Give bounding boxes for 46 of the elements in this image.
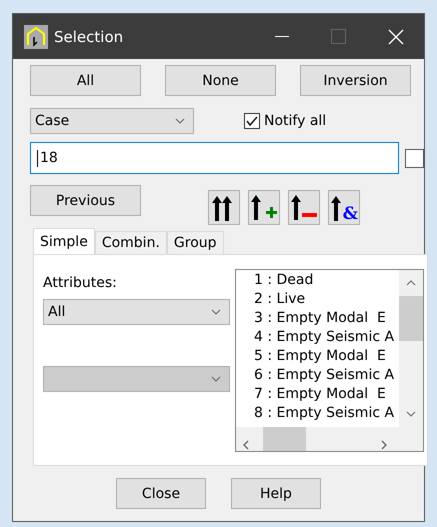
chevron-down-icon xyxy=(211,309,221,315)
arrow-plus-icon xyxy=(250,192,278,222)
tab[interactable]: Combin. xyxy=(94,231,167,254)
selection-tool-button[interactable] xyxy=(288,190,320,225)
list-item[interactable]: 1 : Dead xyxy=(254,271,399,290)
ampersand-icon: & xyxy=(342,204,358,224)
scroll-down-icon xyxy=(406,411,416,417)
dialog-button[interactable]: Help xyxy=(231,478,321,509)
list-item[interactable]: 4 : Empty Seismic A xyxy=(254,328,399,347)
list-item[interactable]: 3 : Empty Modal E xyxy=(254,309,399,328)
notify-label: Notify all xyxy=(264,113,326,129)
window-title: Selection xyxy=(54,28,124,46)
list-item[interactable]: 2 : Live xyxy=(254,290,399,309)
tab[interactable]: Group xyxy=(166,231,224,254)
side-checkbox[interactable] xyxy=(405,148,424,168)
chevron-down-icon xyxy=(175,118,185,124)
select-button[interactable]: None xyxy=(165,65,276,96)
scroll-left-icon xyxy=(243,440,249,450)
selection-tool-button[interactable] xyxy=(208,190,240,225)
select-button[interactable]: All xyxy=(30,65,141,96)
dialog-button[interactable]: Close xyxy=(116,478,206,509)
selection-tool-button[interactable]: & xyxy=(328,190,360,225)
list-item[interactable]: 5 : Empty Modal E xyxy=(254,347,399,366)
vertical-scrollbar[interactable] xyxy=(399,270,423,427)
attributes-label: Attributes: xyxy=(43,275,118,291)
previous-button[interactable]: Previous xyxy=(30,185,141,216)
select-button[interactable]: Inversion xyxy=(300,65,411,96)
selection-tool-button[interactable] xyxy=(248,190,280,225)
attributes-dropdown[interactable]: All xyxy=(43,299,230,325)
list-item[interactable]: 6 : Empty Seismic A xyxy=(254,366,399,385)
tab[interactable]: Simple xyxy=(33,228,95,254)
minimize-icon xyxy=(274,36,288,38)
maximize-icon xyxy=(330,28,346,44)
horizontal-scrollbar[interactable] xyxy=(236,427,399,451)
selection-field[interactable]: 18 xyxy=(30,142,400,174)
up-arrow-icon xyxy=(331,194,343,222)
notify-checkbox[interactable] xyxy=(244,113,260,129)
scroll-up-icon xyxy=(406,280,416,286)
app-icon xyxy=(24,24,48,48)
chevron-down-icon xyxy=(211,376,221,382)
arrow-minus-icon xyxy=(290,192,318,222)
type-dropdown[interactable]: Case xyxy=(30,108,194,134)
list-item[interactable]: 7 : Empty Modal E xyxy=(254,385,399,404)
scroll-right-icon xyxy=(381,440,387,450)
list-item[interactable]: 8 : Empty Seismic A xyxy=(254,404,399,423)
close-icon xyxy=(388,28,404,44)
